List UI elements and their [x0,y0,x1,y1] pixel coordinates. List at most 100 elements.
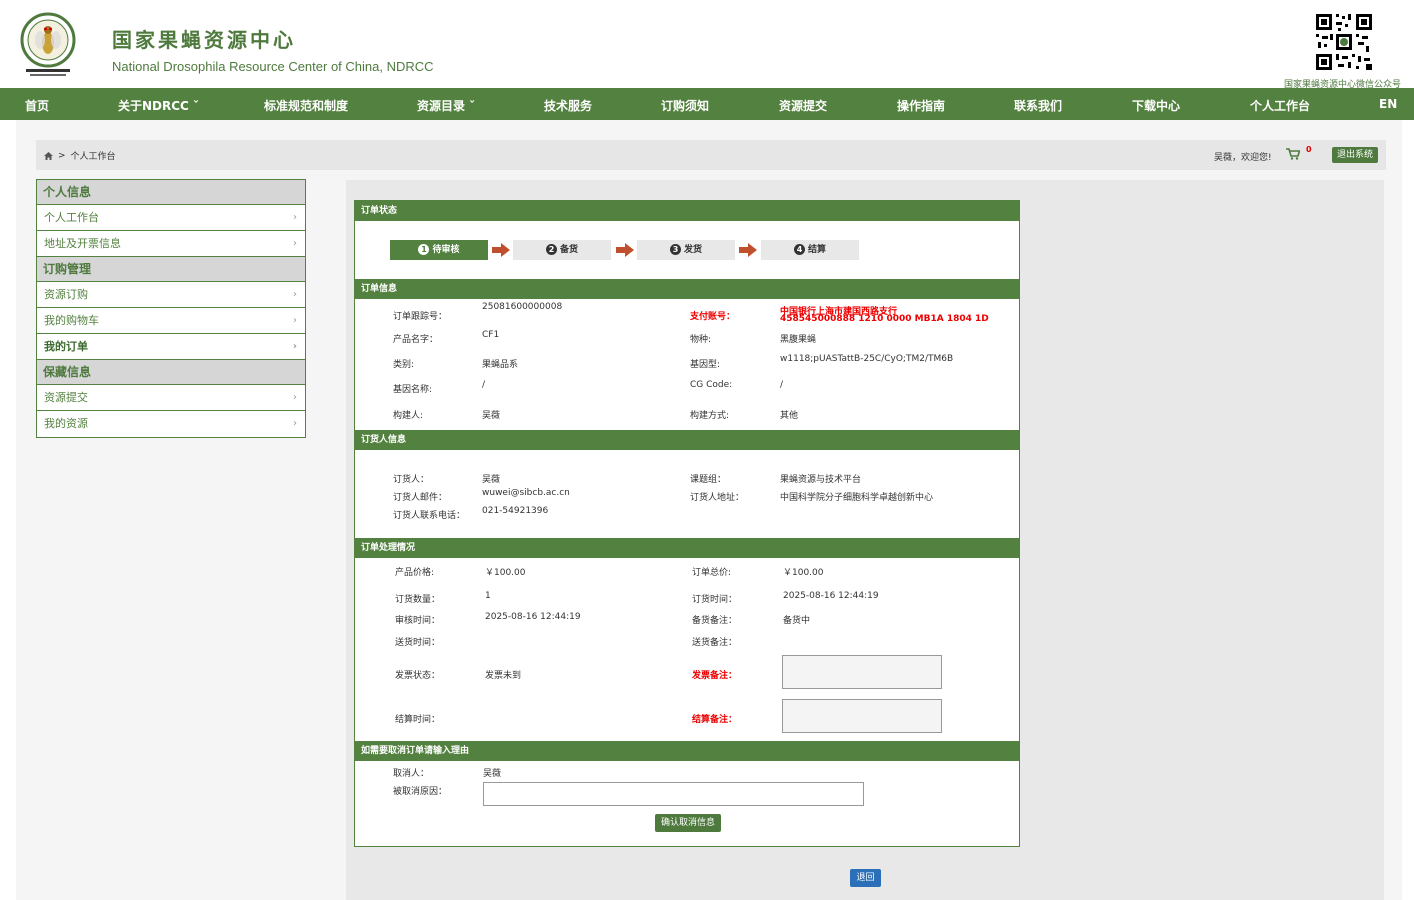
chevron-right-icon: › [293,418,297,429]
chevron-right-icon: › [293,212,297,223]
category-label: 类别: [393,360,415,370]
cg-code-label: CG Code: [690,380,733,390]
arrow-right-icon [739,243,757,257]
breadcrumb: > 个人工作台 [44,149,116,162]
chevron-right-icon: › [293,315,297,326]
research-group-label: 课题组： [690,475,727,485]
nav-home[interactable]: 首页 [25,97,49,114]
build-method-value: 其他 [780,411,799,421]
genotype-value: w1118;pUASTattB-25C/CyO;TM2/TM6B [780,354,954,364]
stock-note-value: 备货中 [783,616,811,626]
nav-contact[interactable]: 联系我们 [1014,97,1062,114]
chevron-right-icon: › [292,341,297,352]
home-icon[interactable] [44,151,53,160]
sidebar-item-address-invoice[interactable]: 地址及开票信息 › [37,231,305,257]
cart-icon[interactable] [1286,148,1300,160]
ship-time-label: 送货时间： [395,638,441,648]
ship-note-label: 送货备注： [692,638,738,648]
sidebar-item-label: 地址及开票信息 [44,237,121,250]
step-label: 待审核 [432,245,460,255]
chevron-right-icon: › [293,238,297,249]
nav-about[interactable]: 关于NDRCC ˇ [118,97,199,114]
nav-downloads[interactable]: 下载中心 [1132,97,1180,114]
sidebar: 个人信息 个人工作台 › 地址及开票信息 › 订购管理 资源订购 › 我的购物车 › 我… [36,179,306,438]
species-value: 黑腹果蝇 [780,335,817,345]
review-time-label: 审核时间： [395,616,441,626]
logout-button[interactable]: 退出系统 [1332,147,1379,163]
settle-note-textarea[interactable] [782,699,942,733]
category-value: 果蝇品系 [482,360,519,370]
review-time-value: 2025-08-16 12:44:19 [485,612,581,622]
buyer-name-label: 订货人： [393,475,430,485]
step-label: 备货 [559,245,578,255]
pay-account-label: 支付账号： [690,312,736,322]
genotype-label: 基因型: [690,360,721,370]
nav-resource-submit[interactable]: 资源提交 [779,97,827,114]
breadcrumb-bar: > 个人工作台 吴薇，欢迎您! 0 退出系统 [36,140,1386,170]
step-label: 结算 [807,245,826,255]
arrow-right-icon [616,243,634,257]
step-settlement: 4 结算 [761,240,859,260]
quantity-label: 订货数量： [395,595,441,605]
builder-label: 构建人: [393,411,424,421]
invoice-note-textarea[interactable] [782,655,942,689]
builder-value: 吴薇 [482,411,501,421]
confirm-cancel-button[interactable]: 确认取消信息 [655,814,722,832]
nav-english[interactable]: EN [1379,97,1397,111]
buyer-email-value: wuwei@sibcb.ac.cn [482,488,570,498]
step-stocking: 2 备货 [513,240,611,260]
breadcrumb-current: 个人工作台 [70,152,116,162]
breadcrumb-separator: > [58,150,66,161]
order-time-value: 2025-08-16 12:44:19 [783,591,879,601]
sidebar-item-label: 资源提交 [44,391,88,404]
nav-standards[interactable]: 标准规范和制度 [264,97,348,114]
order-detail-card: 订单状态 1 待审核 2 备货 3 发货 4 结算 订单信息 订单跟踪号： 250816… [354,200,1020,847]
sidebar-head-deposit: 保藏信息 [37,360,305,385]
price-value: ￥100.00 [485,568,526,578]
cg-code-value: / [780,380,784,390]
tracking-label: 订单跟踪号： [393,312,448,322]
step-number: 1 [418,244,430,255]
sidebar-item-my-cart[interactable]: 我的购物车 › [37,308,305,334]
buyer-address-value: 中国科学院分子细胞科学卓越创新中心 [780,493,934,503]
species-label: 物种: [690,335,712,345]
pay-account-value: 458545000888 1210 0000 MB1A 1804 1D [780,314,989,324]
step-number: 2 [545,244,557,255]
nav-catalog[interactable]: 资源目录 ˇ [417,97,475,114]
site-header: 国家果蝇资源中心 National Drosophila Resource Ce… [0,0,1414,90]
nav-workbench[interactable]: 个人工作台 [1250,97,1310,114]
ndrcc-logo[interactable] [20,12,76,78]
sidebar-item-my-orders[interactable]: 我的订单 › [37,334,305,360]
sidebar-item-label: 我的购物车 [44,314,99,327]
sidebar-head-personal: 个人信息 [37,180,305,205]
nav-guide[interactable]: 操作指南 [897,97,945,114]
product-label: 产品名字： [393,335,439,345]
price-label: 产品价格: [395,568,435,578]
buyer-phone-value: 021-54921396 [482,506,549,516]
order-info-header: 订单信息 [355,279,1019,299]
sidebar-item-resource-submit[interactable]: 资源提交 › [37,385,305,411]
welcome-text: 吴薇，欢迎您! [1214,153,1272,163]
back-button[interactable]: 退回 [850,869,881,887]
cancel-reason-textarea[interactable] [483,782,864,806]
invoice-status-label: 发票状态： [395,671,441,681]
sidebar-item-workbench[interactable]: 个人工作台 › [37,205,305,231]
gene-name-label: 基因名称: [393,385,433,395]
total-label: 订单总价: [692,568,732,578]
buyer-address-label: 订货人地址： [690,493,745,503]
sidebar-item-label: 资源订购 [44,288,88,301]
step-number: 4 [793,244,805,255]
sidebar-item-my-resources[interactable]: 我的资源 › [37,411,305,437]
canceller-value: 吴薇 [483,769,502,779]
sidebar-item-resource-order[interactable]: 资源订购 › [37,282,305,308]
nav-ordering-notice[interactable]: 订购须知 [661,97,709,114]
build-method-label: 构建方式: [690,411,730,421]
quantity-value: 1 [485,591,491,601]
sidebar-head-orders: 订购管理 [37,257,305,282]
wechat-qr-code [1314,12,1374,72]
buyer-email-label: 订货人邮件： [393,493,448,503]
step-label: 发货 [683,245,702,255]
buyer-phone-label: 订货人联系电话： [393,511,466,521]
cancel-reason-label: 被取消原因： [393,787,448,797]
nav-tech-services[interactable]: 技术服务 [544,97,592,114]
